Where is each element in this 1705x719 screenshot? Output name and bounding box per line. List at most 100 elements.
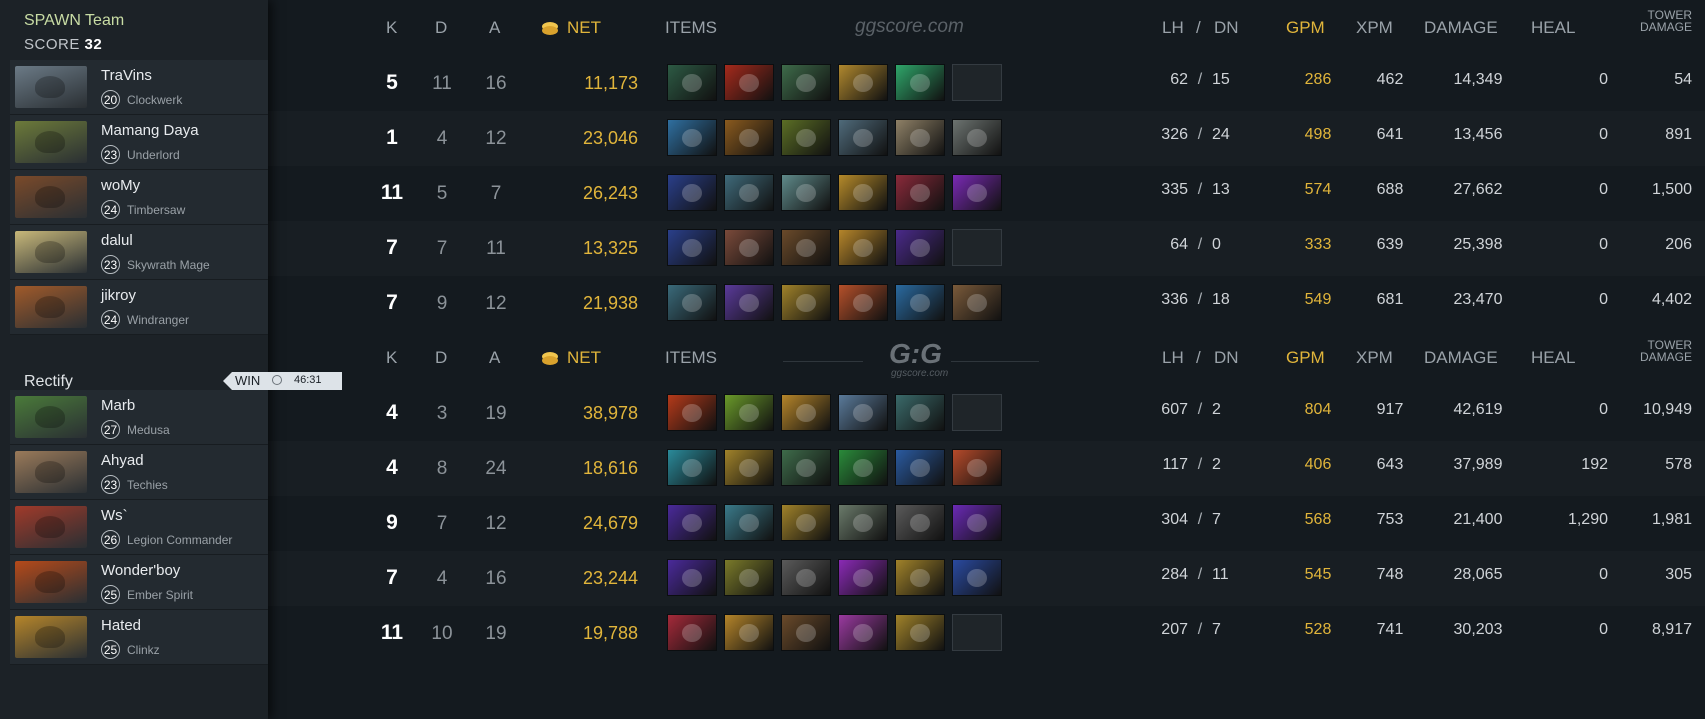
item-slot[interactable] <box>667 449 717 486</box>
net-worth: 24,679 <box>582 513 638 533</box>
item-slot[interactable] <box>724 614 774 651</box>
item-slot[interactable] <box>952 559 1002 596</box>
deaths: 4 <box>436 128 448 149</box>
item-slot[interactable] <box>895 284 945 321</box>
hero-portrait[interactable] <box>15 66 87 108</box>
player-name[interactable]: woMy <box>101 177 140 194</box>
item-slot[interactable] <box>838 64 888 101</box>
item-slot[interactable] <box>895 174 945 211</box>
item-slot[interactable] <box>667 614 717 651</box>
item-slot[interactable] <box>838 119 888 156</box>
item-slot[interactable] <box>895 119 945 156</box>
player-name[interactable]: Marb <box>101 397 135 414</box>
item-slot[interactable] <box>952 174 1002 211</box>
hero-portrait[interactable] <box>15 506 87 548</box>
player-name[interactable]: Ahyad <box>101 452 144 469</box>
empty-item-slot[interactable] <box>952 614 1002 651</box>
assists: 12 <box>485 293 507 314</box>
item-slot[interactable] <box>952 449 1002 486</box>
item-slot[interactable] <box>781 504 831 541</box>
item-slot[interactable] <box>667 64 717 101</box>
item-slot[interactable] <box>838 559 888 596</box>
hero-portrait[interactable] <box>15 231 87 273</box>
item-slot[interactable] <box>838 394 888 431</box>
item-slot[interactable] <box>895 229 945 266</box>
hero-portrait[interactable] <box>15 286 87 328</box>
item-slot[interactable] <box>724 559 774 596</box>
item-slot[interactable] <box>724 449 774 486</box>
item-slot[interactable] <box>667 559 717 596</box>
item-slot[interactable] <box>781 284 831 321</box>
item-slot[interactable] <box>952 119 1002 156</box>
item-slot[interactable] <box>667 174 717 211</box>
item-slot[interactable] <box>667 284 717 321</box>
hero-portrait[interactable] <box>15 561 87 603</box>
item-slot[interactable] <box>781 559 831 596</box>
item-slot[interactable] <box>724 119 774 156</box>
item-slot[interactable] <box>895 449 945 486</box>
item-slot[interactable] <box>895 64 945 101</box>
empty-item-slot[interactable] <box>952 394 1002 431</box>
hero-portrait[interactable] <box>15 451 87 493</box>
player-card[interactable]: Hated 25 Clinkz <box>10 610 268 665</box>
item-slot[interactable] <box>838 229 888 266</box>
item-slot[interactable] <box>838 449 888 486</box>
item-slot[interactable] <box>895 614 945 651</box>
item-slot[interactable] <box>838 174 888 211</box>
item-slot[interactable] <box>781 394 831 431</box>
col-xpm: XPM <box>1356 348 1393 367</box>
hero-name: Clinkz <box>127 643 160 657</box>
player-name[interactable]: Hated <box>101 617 141 634</box>
item-slot[interactable] <box>952 504 1002 541</box>
item-slot[interactable] <box>667 119 717 156</box>
item-slot[interactable] <box>781 174 831 211</box>
item-slot[interactable] <box>724 174 774 211</box>
item-slot[interactable] <box>724 504 774 541</box>
player-name[interactable]: Mamang Daya <box>101 122 199 139</box>
item-slot[interactable] <box>838 614 888 651</box>
empty-item-slot[interactable] <box>952 64 1002 101</box>
hero-portrait[interactable] <box>15 396 87 438</box>
player-name[interactable]: dalul <box>101 232 133 249</box>
item-slot[interactable] <box>724 64 774 101</box>
player-card[interactable]: Mamang Daya 23 Underlord <box>10 115 268 170</box>
player-name[interactable]: Wonder'boy <box>101 562 180 579</box>
item-slot[interactable] <box>781 119 831 156</box>
item-slot[interactable] <box>895 394 945 431</box>
player-card[interactable]: TraVins 20 Clockwerk <box>10 60 268 115</box>
player-card[interactable]: jikroy 24 Windranger <box>10 280 268 335</box>
player-card[interactable]: Wonder'boy 25 Ember Spirit <box>10 555 268 610</box>
player-card[interactable]: woMy 24 Timbersaw <box>10 170 268 225</box>
item-slot[interactable] <box>667 394 717 431</box>
item-slot[interactable] <box>724 284 774 321</box>
player-card[interactable]: dalul 23 Skywrath Mage <box>10 225 268 280</box>
item-slot[interactable] <box>895 559 945 596</box>
item-slot[interactable] <box>781 614 831 651</box>
player-card[interactable]: Ahyad 23 Techies <box>10 445 268 500</box>
player-card[interactable]: Ws` 26 Legion Commander <box>10 500 268 555</box>
assists: 19 <box>485 403 507 424</box>
player-name[interactable]: TraVins <box>101 67 152 84</box>
item-slot[interactable] <box>667 504 717 541</box>
item-slot[interactable] <box>895 504 945 541</box>
hero-portrait[interactable] <box>15 176 87 218</box>
empty-item-slot[interactable] <box>952 229 1002 266</box>
player-name[interactable]: jikroy <box>101 287 136 304</box>
item-slot[interactable] <box>781 64 831 101</box>
item-slot[interactable] <box>838 284 888 321</box>
item-slot[interactable] <box>781 229 831 266</box>
item-slot[interactable] <box>724 394 774 431</box>
hero-portrait[interactable] <box>15 121 87 163</box>
player-name[interactable]: Ws` <box>101 507 128 524</box>
player-card[interactable]: Marb 27 Medusa <box>10 390 268 445</box>
item-slot[interactable] <box>838 504 888 541</box>
hero-portrait[interactable] <box>15 616 87 658</box>
item-slot[interactable] <box>952 284 1002 321</box>
deaths: 9 <box>436 293 448 314</box>
item-slot[interactable] <box>667 229 717 266</box>
item-slot[interactable] <box>781 449 831 486</box>
tower-damage: 10,949 <box>1643 401 1692 418</box>
item-slot[interactable] <box>724 229 774 266</box>
kills: 4 <box>386 456 398 479</box>
deaths: 3 <box>436 403 448 424</box>
